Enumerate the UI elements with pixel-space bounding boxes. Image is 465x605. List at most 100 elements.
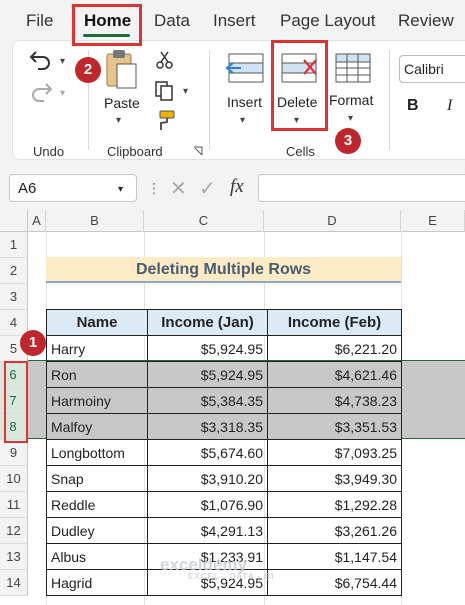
format-cells-icon[interactable] xyxy=(334,52,372,86)
delete-highlight-box xyxy=(271,40,328,131)
header-income-jan[interactable]: Income (Jan) xyxy=(147,309,268,336)
enter-icon[interactable]: ✓ xyxy=(199,176,216,201)
cell-name[interactable]: Snap xyxy=(46,465,148,492)
cell-income-feb[interactable]: $3,351.53 xyxy=(267,413,402,440)
table-row: Harmoiny $5,384.35 $4,738.23 xyxy=(46,387,402,414)
row-header-10[interactable]: 10 xyxy=(0,466,28,492)
cell-income-jan[interactable]: $3,910.20 xyxy=(147,465,268,492)
table-row: Reddle $1,076.90 $1,292.28 xyxy=(46,491,402,518)
redo-dropdown-icon[interactable]: ▾ xyxy=(60,88,65,99)
format-dropdown-icon[interactable]: ▾ xyxy=(348,113,353,124)
cell-income-feb[interactable]: $4,621.46 xyxy=(267,361,402,388)
row-header-12[interactable]: 12 xyxy=(0,518,28,544)
undo-group-label: Undo xyxy=(33,144,65,159)
cell-income-feb[interactable]: $1,147.54 xyxy=(267,543,402,570)
font-name-select[interactable]: Calibri xyxy=(399,55,465,83)
table-row: Harry $5,924.95 $6,221.20 xyxy=(46,335,402,362)
cell-income-feb[interactable]: $6,221.20 xyxy=(267,335,402,362)
cells-group-label: Cells xyxy=(286,144,315,159)
formula-input[interactable] xyxy=(258,174,465,202)
row-header-13[interactable]: 13 xyxy=(0,544,28,570)
table-row: Ron $5,924.95 $4,621.46 xyxy=(46,361,402,388)
cell-name[interactable]: Ron xyxy=(46,361,148,388)
cell-income-jan[interactable]: $5,384.35 xyxy=(147,387,268,414)
redo-icon[interactable] xyxy=(28,80,54,102)
sheet-title[interactable]: Deleting Multiple Rows xyxy=(46,257,401,283)
paste-button-label[interactable]: Paste xyxy=(104,95,140,111)
tab-review[interactable]: Review xyxy=(398,11,454,31)
column-header-b[interactable]: B xyxy=(46,210,144,232)
step-badge-2: 2 xyxy=(75,57,101,83)
name-box-dropdown-icon[interactable]: ▾ xyxy=(118,184,123,195)
cell-name[interactable]: Longbottom xyxy=(46,439,148,466)
copy-icon[interactable] xyxy=(154,80,174,102)
column-header-e[interactable]: E xyxy=(401,210,465,232)
cell-income-feb[interactable]: $3,261.26 xyxy=(267,517,402,544)
cell-income-feb[interactable]: $7,093.25 xyxy=(267,439,402,466)
cell-name[interactable]: Harmoiny xyxy=(46,387,148,414)
row-header-9[interactable]: 9 xyxy=(0,440,28,466)
insert-dropdown-icon[interactable]: ▾ xyxy=(240,115,245,126)
clipboard-group-label: Clipboard xyxy=(107,144,163,159)
cell-income-jan[interactable]: $4,291.13 xyxy=(147,517,268,544)
insert-function-icon[interactable]: fx xyxy=(230,176,244,198)
cell-income-jan[interactable]: $5,924.95 xyxy=(147,361,268,388)
formula-bar: A6 ▾ ⋮ ✕ ✓ fx xyxy=(0,164,465,210)
insert-cells-icon[interactable] xyxy=(225,52,265,86)
group-separator xyxy=(209,50,210,150)
copy-dropdown-icon[interactable]: ▾ xyxy=(183,86,188,97)
format-painter-icon[interactable] xyxy=(154,110,176,132)
italic-button[interactable]: I xyxy=(447,97,452,115)
cut-icon[interactable] xyxy=(156,50,174,70)
select-all-corner[interactable] xyxy=(0,210,28,232)
table-row: Snap $3,910.20 $3,949.30 xyxy=(46,465,402,492)
format-button-label[interactable]: Format xyxy=(329,92,373,108)
dialog-launcher-icon[interactable] xyxy=(193,146,203,156)
row-header-1[interactable]: 1 xyxy=(0,232,28,258)
step-badge-1: 1 xyxy=(20,330,46,356)
cell-name[interactable]: Reddle xyxy=(46,491,148,518)
row-header-11[interactable]: 11 xyxy=(0,492,28,518)
cell-income-feb[interactable]: $1,292.28 xyxy=(267,491,402,518)
header-name[interactable]: Name xyxy=(46,309,148,336)
tab-insert[interactable]: Insert xyxy=(213,11,256,31)
watermark-tagline: EXCEL · DATA · BI xyxy=(188,572,275,581)
bold-button[interactable]: B xyxy=(407,97,419,115)
cancel-icon[interactable]: ✕ xyxy=(170,176,187,201)
row-header-3[interactable]: 3 xyxy=(0,284,28,310)
cell-income-feb[interactable]: $6,754.44 xyxy=(267,569,402,596)
table-row: Malfoy $3,318.35 $3,351.53 xyxy=(46,413,402,440)
cell-income-jan[interactable]: $5,924.95 xyxy=(147,335,268,362)
cell-income-feb[interactable]: $4,738.23 xyxy=(267,387,402,414)
cell-name[interactable]: Harry xyxy=(46,335,148,362)
cell-name[interactable]: Hagrid xyxy=(46,569,148,596)
cell-income-jan[interactable]: $3,318.35 xyxy=(147,413,268,440)
paste-icon[interactable] xyxy=(104,48,138,90)
tab-file[interactable]: File xyxy=(26,11,53,31)
watermark: exceldemy EXCEL · DATA · BI xyxy=(160,555,274,581)
undo-dropdown-icon[interactable]: ▾ xyxy=(60,56,65,67)
header-income-feb[interactable]: Income (Feb) xyxy=(267,309,402,336)
step-badge-3: 3 xyxy=(335,128,361,154)
income-table: Name Income (Jan) Income (Feb) Harry $5,… xyxy=(46,309,402,596)
cell-name[interactable]: Albus xyxy=(46,543,148,570)
column-header-d[interactable]: D xyxy=(264,210,401,232)
column-header-a[interactable]: A xyxy=(28,210,46,232)
more-options-icon: ⋮ xyxy=(147,180,161,196)
tab-data[interactable]: Data xyxy=(154,11,190,31)
table-row: Dudley $4,291.13 $3,261.26 xyxy=(46,517,402,544)
column-header-c[interactable]: C xyxy=(144,210,264,232)
cell-name[interactable]: Malfoy xyxy=(46,413,148,440)
cell-income-feb[interactable]: $3,949.30 xyxy=(267,465,402,492)
cell-income-jan[interactable]: $1,076.90 xyxy=(147,491,268,518)
table-row: Longbottom $5,674.60 $7,093.25 xyxy=(46,439,402,466)
row-header-14[interactable]: 14 xyxy=(0,570,28,596)
row-header-2[interactable]: 2 xyxy=(0,258,28,284)
row-selection-highlight-box xyxy=(4,361,28,443)
insert-button-label[interactable]: Insert xyxy=(227,94,262,110)
tab-page-layout[interactable]: Page Layout xyxy=(280,11,375,31)
paste-dropdown-icon[interactable]: ▾ xyxy=(116,115,121,126)
cell-name[interactable]: Dudley xyxy=(46,517,148,544)
undo-icon[interactable] xyxy=(28,48,54,70)
cell-income-jan[interactable]: $5,674.60 xyxy=(147,439,268,466)
